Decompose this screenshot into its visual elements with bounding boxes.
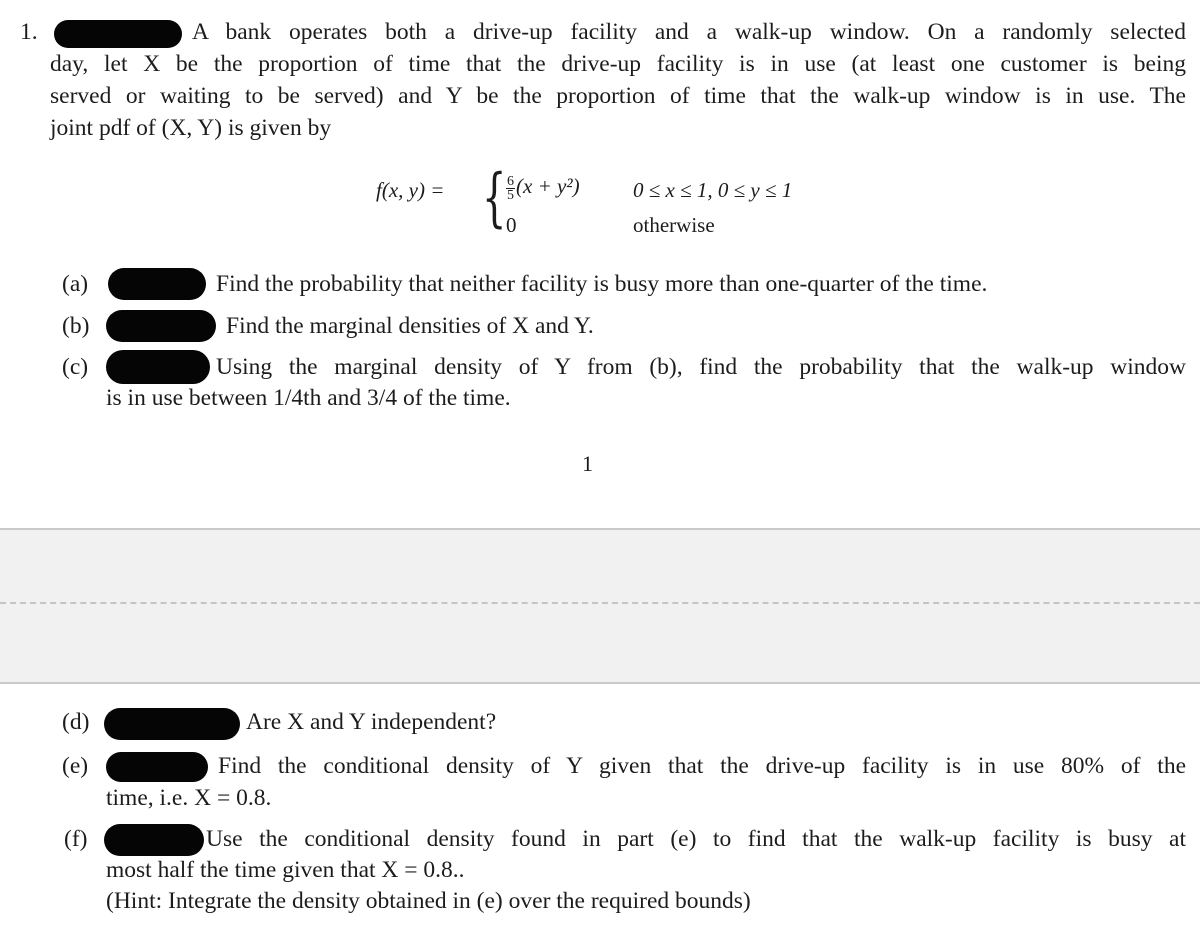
page-number: 1: [582, 451, 593, 476]
redaction-mark: [104, 708, 240, 740]
redaction-mark: [106, 752, 208, 782]
page-break-dashed-line: [0, 602, 1200, 604]
part-hint: (Hint: Integrate the density obtained in…: [106, 888, 751, 914]
part-text-continued: is in use between 1/4th and 3/4 of the t…: [106, 385, 511, 411]
part-text: Are X and Y independent?: [246, 709, 497, 735]
redaction-mark: [104, 824, 204, 856]
intro-line-1: A bank operates both a drive-up facility…: [192, 19, 1186, 45]
pdf-fraction: 65: [506, 173, 515, 203]
page-break: [0, 528, 1200, 684]
part-label: (a): [62, 271, 89, 297]
part-text-continued: most half the time given that X = 0.8..: [106, 857, 465, 883]
pdf-case-1-expr: (x + y²): [516, 174, 580, 198]
part-text: Using the marginal density of Y from (b)…: [216, 354, 1186, 380]
pdf-case-1-condition: 0 ≤ x ≤ 1, 0 ≤ y ≤ 1: [633, 178, 793, 202]
pdf-case-2-expr: 0: [506, 213, 517, 237]
part-text: Find the marginal densities of X and Y.: [226, 313, 594, 339]
part-label: (b): [62, 313, 90, 339]
pdf-brace: {: [482, 161, 507, 235]
intro-line-2: day, let X be the proportion of time tha…: [50, 51, 1186, 77]
part-label: (d): [62, 709, 90, 735]
part-text-continued: time, i.e. X = 0.8.: [106, 785, 272, 811]
problem-number: 1.: [20, 19, 38, 45]
part-label: (c): [62, 354, 89, 380]
redaction-mark: [54, 20, 182, 48]
redaction-mark: [108, 268, 206, 300]
part-text: Find the probability that neither facili…: [216, 271, 988, 297]
redaction-mark: [106, 310, 216, 342]
pdf-case-1: 6 5 (x + y²): [506, 170, 580, 202]
part-text: Use the conditional density found in par…: [206, 826, 1186, 852]
part-text: Find the conditional density of Y given …: [218, 753, 1186, 779]
intro-line-4: joint pdf of (X, Y) is given by: [50, 115, 332, 141]
pdf-lhs: f(x, y) =: [376, 178, 445, 202]
intro-line-3: served or waiting to be served) and Y be…: [50, 83, 1186, 109]
part-label: (e): [62, 753, 89, 779]
redaction-mark: [106, 350, 210, 384]
part-label: (f): [64, 826, 88, 852]
pdf-case-2-condition: otherwise: [633, 213, 715, 237]
